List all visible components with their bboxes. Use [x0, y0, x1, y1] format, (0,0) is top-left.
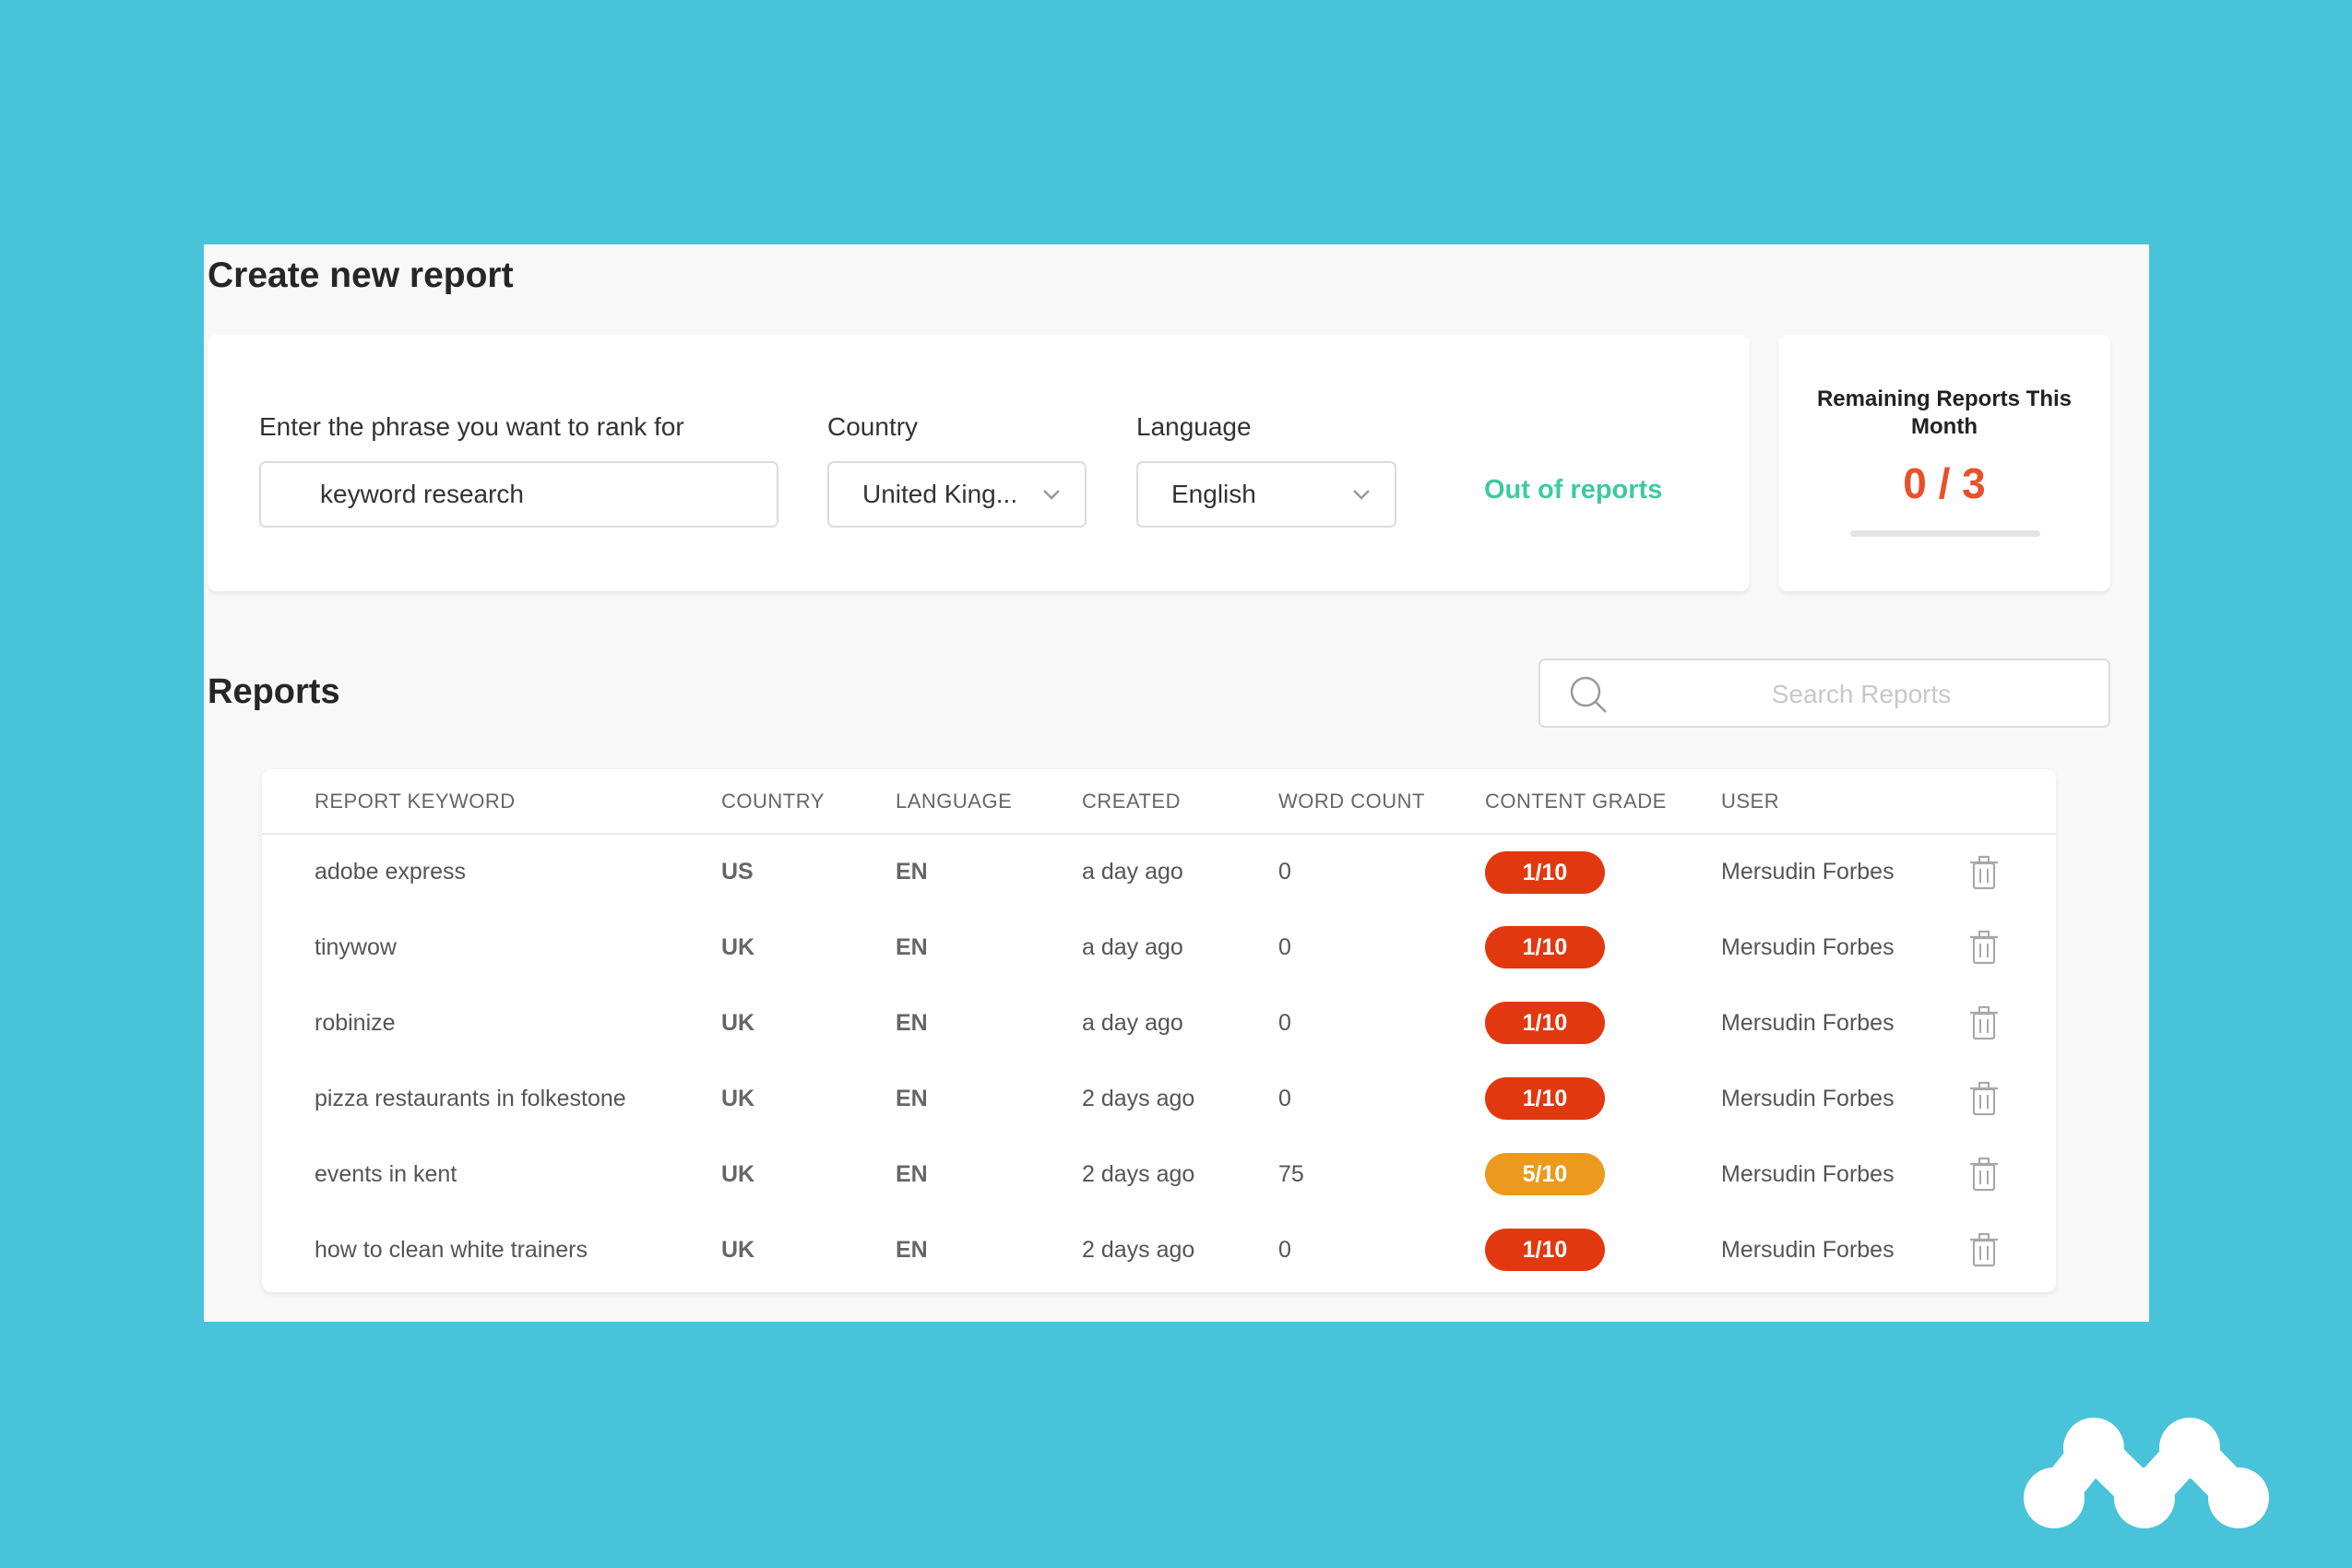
- report-user: Mersudin Forbes: [1721, 859, 1895, 885]
- content-grade-badge: 1/10: [1485, 1229, 1605, 1271]
- reports-table: REPORT KEYWORD COUNTRY LANGUAGE CREATED …: [262, 769, 2056, 1292]
- report-word-count: 0: [1278, 1009, 1291, 1036]
- remaining-reports-progress: [1850, 530, 2040, 537]
- phrase-label: Enter the phrase you want to rank for: [259, 412, 684, 441]
- column-header[interactable]: WORD COUNT: [1278, 769, 1485, 834]
- content-grade-badge: 1/10: [1485, 1077, 1605, 1120]
- column-header[interactable]: COUNTRY: [721, 769, 896, 834]
- report-word-count: 0: [1278, 1085, 1291, 1111]
- report-country: UK: [721, 933, 755, 960]
- column-header[interactable]: USER: [1721, 769, 1968, 834]
- phrase-input[interactable]: [259, 461, 778, 528]
- delete-report-button[interactable]: [1968, 1061, 2056, 1136]
- report-created: a day ago: [1082, 933, 1183, 960]
- country-select[interactable]: United King...: [827, 461, 1087, 528]
- trash-icon: [1970, 1232, 1998, 1267]
- trash-icon: [1970, 1157, 1998, 1192]
- table-row[interactable]: how to clean white trainers UK EN 2 days ag…: [262, 1212, 2056, 1288]
- report-keyword[interactable]: adobe express: [315, 834, 721, 909]
- report-keyword[interactable]: robinize: [315, 985, 721, 1061]
- report-keyword[interactable]: tinywow: [315, 909, 721, 985]
- report-keyword[interactable]: pizza restaurants in folkestone: [315, 1061, 721, 1136]
- delete-report-button[interactable]: [1968, 1212, 2056, 1288]
- report-panel: Create new report Enter the phrase you w…: [204, 244, 2149, 1322]
- delete-report-button[interactable]: [1968, 1136, 2056, 1212]
- report-user: Mersudin Forbes: [1721, 1236, 1895, 1263]
- report-language: EN: [896, 859, 928, 885]
- content-grade-badge: 1/10: [1485, 926, 1605, 968]
- column-header[interactable]: CREATED: [1082, 769, 1278, 834]
- report-country: UK: [721, 1160, 755, 1187]
- create-report-form: Enter the phrase you want to rank for Co…: [208, 335, 1750, 591]
- language-select-value: English: [1171, 480, 1256, 508]
- table-row[interactable]: robinize UK EN a day ago 0 1/10 Mersudin Forbe…: [262, 985, 2056, 1061]
- report-language: EN: [896, 933, 928, 960]
- report-country: UK: [721, 1236, 755, 1263]
- report-created: 2 days ago: [1082, 1160, 1195, 1187]
- trash-icon: [1970, 930, 1998, 965]
- chevron-down-icon: [1043, 490, 1060, 500]
- report-word-count: 0: [1278, 1236, 1291, 1263]
- report-language: EN: [896, 1009, 928, 1036]
- delete-report-button[interactable]: [1968, 834, 2056, 909]
- content-grade-badge: 5/10: [1485, 1153, 1605, 1195]
- report-keyword[interactable]: events in kent: [315, 1136, 721, 1212]
- search-input[interactable]: [1623, 668, 2099, 720]
- report-language: EN: [896, 1085, 928, 1111]
- report-country: US: [721, 859, 754, 885]
- trash-icon: [1970, 1081, 1998, 1116]
- report-word-count: 0: [1278, 933, 1291, 960]
- table-row[interactable]: events in kent UK EN 2 days ago 75 5/10 Mersud…: [262, 1136, 2056, 1212]
- language-select[interactable]: English: [1136, 461, 1396, 528]
- table-row[interactable]: pizza restaurants in folkestone UK EN 2 day…: [262, 1061, 2056, 1136]
- country-select-value: United King...: [862, 480, 1018, 508]
- create-report-title: Create new report: [208, 255, 514, 295]
- out-of-reports-link[interactable]: Out of reports: [1484, 475, 1662, 505]
- report-user: Mersudin Forbes: [1721, 933, 1895, 960]
- trash-icon: [1970, 855, 1998, 889]
- report-country: UK: [721, 1009, 755, 1036]
- report-user: Mersudin Forbes: [1721, 1085, 1895, 1111]
- trash-icon: [1970, 1005, 1998, 1040]
- report-created: 2 days ago: [1082, 1236, 1195, 1263]
- column-header[interactable]: CONTENT GRADE: [1485, 769, 1721, 834]
- content-grade-badge: 1/10: [1485, 1002, 1605, 1044]
- table-row[interactable]: tinywow UK EN a day ago 0 1/10 Mersudin Forbes: [262, 909, 2056, 985]
- report-created: a day ago: [1082, 1009, 1183, 1036]
- table-row[interactable]: adobe express US EN a day ago 0 1/10 Mersudin …: [262, 834, 2056, 909]
- report-country: UK: [721, 1085, 755, 1111]
- content-grade-badge: 1/10: [1485, 850, 1605, 894]
- column-header[interactable]: LANGUAGE: [896, 769, 1082, 834]
- report-created: 2 days ago: [1082, 1085, 1195, 1111]
- report-language: EN: [896, 1236, 928, 1263]
- table-header-row: REPORT KEYWORD COUNTRY LANGUAGE CREATED …: [262, 769, 2056, 834]
- remaining-reports-card: Remaining Reports This Month 0 / 3: [1778, 335, 2110, 591]
- report-word-count: 75: [1278, 1160, 1304, 1187]
- report-user: Mersudin Forbes: [1721, 1160, 1895, 1187]
- language-label: Language: [1136, 412, 1252, 441]
- report-user: Mersudin Forbes: [1721, 1009, 1895, 1036]
- search-reports[interactable]: [1538, 659, 2110, 728]
- column-header[interactable]: REPORT KEYWORD: [315, 769, 721, 834]
- reports-title: Reports: [208, 672, 340, 711]
- delete-report-button[interactable]: [1968, 909, 2056, 985]
- report-word-count: 0: [1278, 859, 1291, 885]
- remaining-reports-value: 0 / 3: [1903, 459, 1986, 507]
- remaining-reports-title: Remaining Reports This Month: [1816, 386, 2073, 439]
- country-label: Country: [827, 412, 919, 441]
- report-keyword[interactable]: how to clean white trainers: [315, 1212, 721, 1288]
- delete-report-button[interactable]: [1968, 985, 2056, 1061]
- chevron-down-icon: [1353, 490, 1370, 500]
- report-language: EN: [896, 1160, 928, 1187]
- report-created: a day ago: [1082, 859, 1183, 885]
- search-icon: [1570, 676, 1607, 713]
- logo-icon: [2024, 1418, 2269, 1528]
